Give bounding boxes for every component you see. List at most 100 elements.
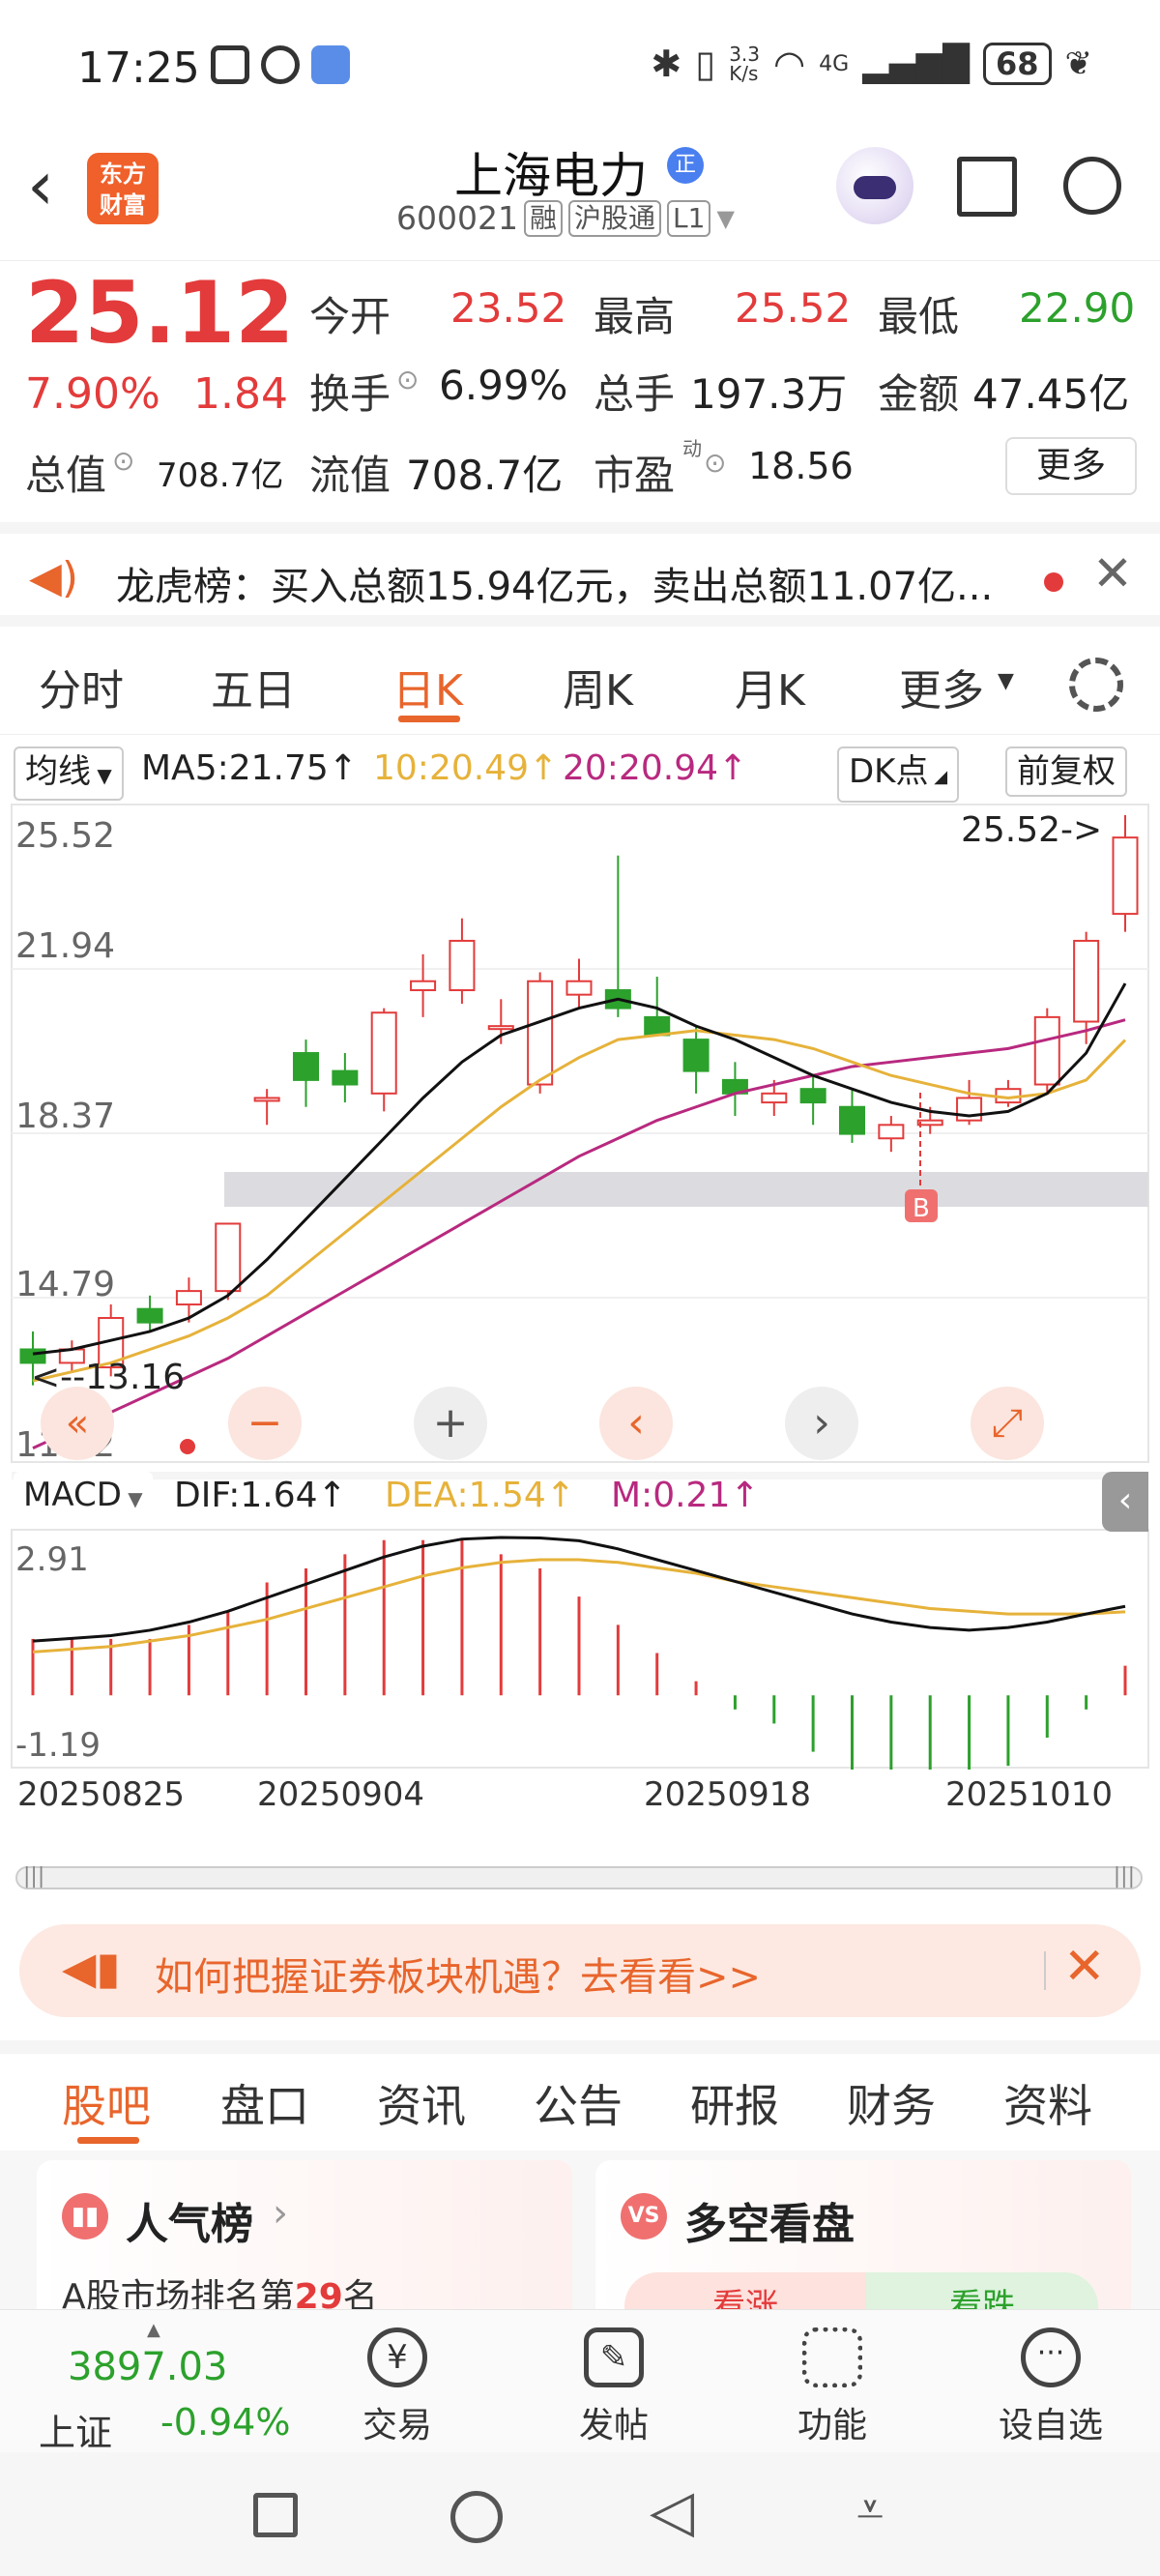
fullscreen-icon[interactable]: ⤢ xyxy=(971,1387,1044,1460)
y-tick: 14.79 xyxy=(15,1265,115,1304)
turnover-label: 换手 xyxy=(309,370,392,418)
y-tick: 18.37 xyxy=(15,1097,115,1136)
trade-label: 交易 xyxy=(362,2406,432,2445)
open-value: 23.52 xyxy=(450,284,567,332)
gear-icon[interactable] xyxy=(1069,658,1123,712)
kline-chart-area[interactable]: 25.52 21.94 18.37 14.79 11.22 25.52-> <-… xyxy=(0,803,1160,1847)
more-button[interactable]: 更多 xyxy=(1005,437,1137,495)
period-tabs: 分时 五日 日K 周K 月K 更多 ▼ xyxy=(0,638,1160,735)
dropdown-icon: ▼ xyxy=(121,1487,143,1510)
back-nav-icon[interactable]: ◁ xyxy=(650,2477,694,2545)
zoom-in-button[interactable]: + xyxy=(414,1387,487,1460)
stock-code: 600021 xyxy=(396,199,518,237)
low-label: 最低 xyxy=(878,293,960,340)
trade-button[interactable]: ¥ 交易 xyxy=(334,2327,460,2447)
yen-icon: ¥ xyxy=(367,2327,427,2387)
status-right: ✱ ▯ 3.3 K/s ◠ 4G ▂▄▆█ 68 ❦ xyxy=(651,43,1092,85)
wifi-icon: ◠ xyxy=(773,43,806,85)
candle-body xyxy=(215,1222,242,1293)
change-amount: 1.84 xyxy=(193,369,288,419)
volume-label: 总手 xyxy=(594,370,676,418)
candle-body xyxy=(1033,1015,1060,1086)
scroll-right-button[interactable]: › xyxy=(785,1387,858,1460)
home-icon[interactable] xyxy=(450,2491,503,2543)
high-label: 最高 xyxy=(594,293,676,340)
tab-five-day[interactable]: 五日 xyxy=(211,656,296,717)
ma20-value: 20:20.94↑ xyxy=(563,748,748,788)
add-watchlist-button[interactable]: ··· 设自选 xyxy=(988,2327,1114,2447)
float-label: 流值 xyxy=(309,452,392,499)
notice-bar[interactable]: ◀) 龙虎榜：买入总额15.94亿元，卖出总额11.07亿... ✕ xyxy=(0,522,1160,627)
dropdown-icon: ▼ xyxy=(91,764,112,787)
quote-panel: 25.12 7.90% 1.84 今开 23.52 最高 25.52 最低 22… xyxy=(0,263,1160,516)
leaf-icon: ❦ xyxy=(1064,44,1093,83)
tab-weekly-k[interactable]: 周K xyxy=(563,656,633,717)
date-axis: 20250825 20250904 20250918 20251010 xyxy=(0,1771,1160,1826)
tab-finance[interactable]: 财务 xyxy=(847,2071,936,2135)
app-logo[interactable]: 东方 财富 xyxy=(87,153,159,224)
close-icon[interactable]: ✕ xyxy=(1092,545,1133,601)
post-button[interactable]: ✎ 发帖 xyxy=(551,2327,677,2447)
dropdown-icon: ▼ xyxy=(716,204,735,232)
tab-more[interactable]: 更多 xyxy=(899,656,984,717)
ai-assistant-icon[interactable] xyxy=(836,147,914,224)
adjust-button[interactable]: 前复权 xyxy=(1005,746,1127,797)
turnover-value: 6.99% xyxy=(439,362,568,409)
ma-select[interactable]: 均线 ▼ xyxy=(14,746,124,801)
close-icon[interactable]: ✕ xyxy=(1063,1938,1106,1996)
network-type: 4G xyxy=(819,51,850,76)
macd-select[interactable]: MACD ▼ xyxy=(14,1472,153,1522)
scroll-handle-right[interactable]: ||| xyxy=(1114,1864,1135,1888)
kline-layer xyxy=(19,814,1139,1450)
back-icon[interactable]: ‹ xyxy=(27,152,54,220)
scroll-left-button[interactable]: ‹ xyxy=(599,1387,673,1460)
status-app-icons xyxy=(211,45,350,84)
candle-body xyxy=(916,1119,943,1127)
kline-chart[interactable]: 25.52 21.94 18.37 14.79 11.22 25.52-> <-… xyxy=(0,803,1160,1770)
tab-announcements[interactable]: 公告 xyxy=(534,2071,623,2135)
collapse-panel-icon[interactable]: ‹ xyxy=(1102,1472,1148,1532)
date-tick: 20251010 xyxy=(945,1775,1114,1814)
search-icon[interactable] xyxy=(1063,157,1121,215)
buy-marker: B xyxy=(913,1194,930,1223)
more-dots-icon: ··· xyxy=(1021,2327,1081,2387)
index-name: 上证 xyxy=(39,2412,113,2454)
connect-tag: 沪股通 xyxy=(568,199,662,237)
tab-profile[interactable]: 资料 xyxy=(1003,2071,1092,2135)
chart-scrollbar[interactable]: ||| ||| xyxy=(15,1864,1143,1889)
info-icon[interactable]: ⊙ xyxy=(112,445,134,477)
tab-guba[interactable]: 股吧 xyxy=(62,2071,151,2135)
tab-intraday[interactable]: 分时 xyxy=(39,656,124,717)
content-tabs: 股吧 盘口 资讯 公告 研报 财务 资料 xyxy=(0,2040,1160,2147)
tab-daily-k[interactable]: 日K xyxy=(392,656,463,717)
info-icon[interactable]: ⊙ xyxy=(396,364,419,395)
min-price-label: <--13.16 xyxy=(31,1358,185,1397)
notice-text[interactable]: 龙虎榜：买入总额15.94亿元，卖出总额11.07亿... xyxy=(116,555,993,611)
stock-code-row[interactable]: 600021 融 沪股通 L1 ▼ xyxy=(396,199,735,237)
macd-tick: 2.91 xyxy=(15,1540,89,1579)
candle-body xyxy=(1112,836,1139,916)
dk-point-button[interactable]: DK点 ◢ xyxy=(837,746,960,803)
net-speed: 3.3 K/s xyxy=(729,43,760,85)
tab-news[interactable]: 资讯 xyxy=(377,2071,466,2135)
y-tick: 25.52 xyxy=(15,816,115,856)
ma-bar: 均线 ▼ MA5:21.75↑ 10:20.49↑ 20:20.94↑ DK点 … xyxy=(0,743,1160,803)
tab-more-caret-icon: ▼ xyxy=(998,669,1014,693)
recents-icon[interactable] xyxy=(253,2493,298,2537)
menu-down-icon[interactable]: ⩡ xyxy=(856,2481,884,2538)
functions-button[interactable]: 功能 xyxy=(769,2327,895,2447)
info-icon[interactable]: ⊙ xyxy=(704,447,726,479)
scroll-handle-left[interactable]: ||| xyxy=(23,1864,44,1888)
zoom-out-button[interactable]: − xyxy=(228,1387,302,1460)
tab-monthly-k[interactable]: 月K xyxy=(735,656,805,717)
share-icon[interactable] xyxy=(957,157,1017,217)
status-time: 17:25 xyxy=(77,44,200,93)
mcap-label: 总值 xyxy=(25,452,107,499)
tab-orderbook[interactable]: 盘口 xyxy=(220,2071,309,2135)
scroll-left-fast-button[interactable]: « xyxy=(41,1387,114,1460)
promo-banner[interactable]: ◀▮ 如何把握证券板块机遇？去看看>> ✕ xyxy=(19,1924,1141,2017)
promo-text[interactable]: 如何把握证券板块机遇？去看看>> xyxy=(155,1946,761,2002)
stock-name: 上海电力 xyxy=(454,148,648,204)
tab-research[interactable]: 研报 xyxy=(690,2071,779,2135)
open-label: 今开 xyxy=(309,293,392,340)
